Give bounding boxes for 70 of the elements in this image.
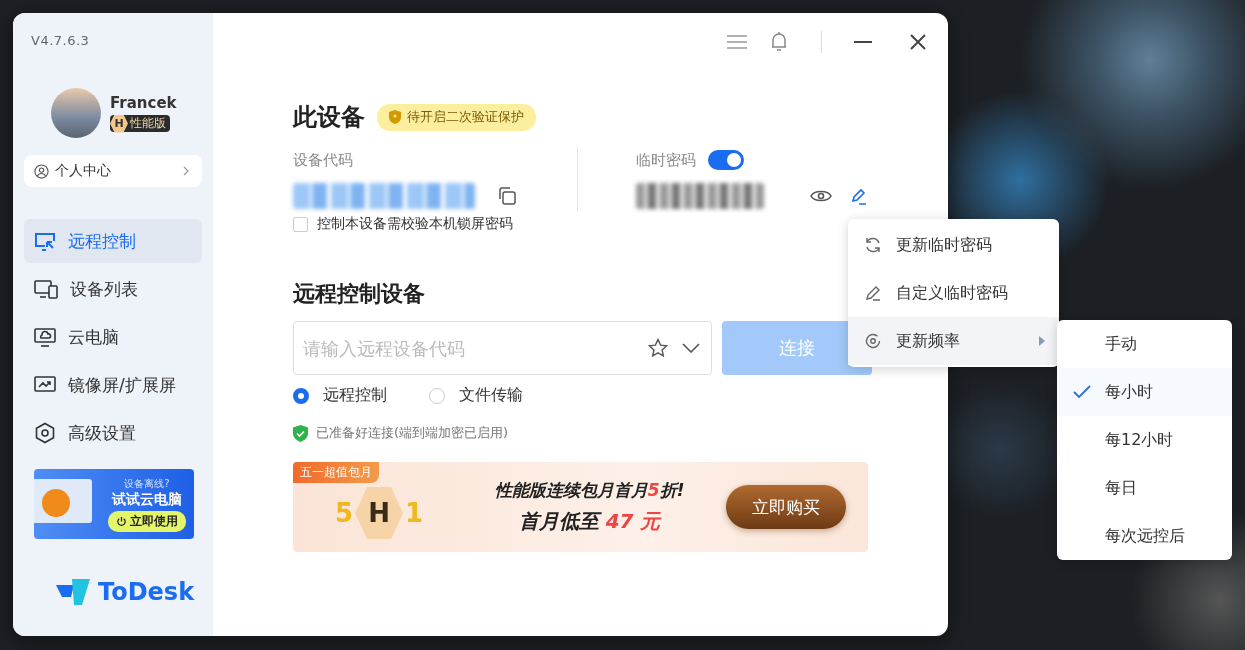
menu-item[interactable]: 每小时 [1057, 368, 1232, 416]
nav-item[interactable]: 高级设置 [24, 411, 202, 455]
buy-now-button[interactable]: 立即购买 [726, 485, 846, 529]
user-name: Francek [110, 94, 177, 112]
menu-item[interactable]: 更新临时密码 [848, 221, 1059, 269]
cloud-pc-banner[interactable]: 设备离线? 试试云电脑 立即使用 [34, 469, 194, 539]
nav-item[interactable]: 远程控制 [24, 219, 202, 263]
promo-glyph: 1 [405, 498, 424, 528]
field-label: 临时密码 [636, 150, 696, 170]
badge-label: 性能版 [130, 115, 166, 132]
radio-label: 远程控制 [323, 385, 387, 406]
refresh-icon [864, 236, 882, 254]
banner-title: 试试云电脑 [112, 490, 182, 509]
section-title: 此设备 [293, 102, 365, 133]
promo-headline: 性能版连续包月首月5折! [494, 479, 685, 502]
pencil-icon [864, 284, 882, 302]
nav-item[interactable]: 云电脑 [24, 315, 202, 359]
check-icon [1073, 385, 1091, 399]
checkbox-label: 控制本设备需校验本机锁屏密码 [317, 215, 513, 233]
notification-icon[interactable] [769, 31, 789, 53]
pencil-icon[interactable] [850, 187, 868, 205]
mode-radio[interactable]: 远程控制 [293, 385, 387, 406]
menu-item[interactable]: 每日 [1057, 464, 1232, 512]
nav-item[interactable]: 镜像屏/扩展屏 [24, 363, 202, 407]
eye-icon[interactable] [810, 188, 832, 204]
password-toggle[interactable] [708, 150, 744, 170]
cloud-monitor-icon [34, 327, 56, 347]
chevron-down-icon[interactable] [682, 343, 700, 353]
menu-item[interactable]: 每次远控后 [1057, 512, 1232, 560]
menu-item[interactable]: 手动 [1057, 320, 1232, 368]
nav-item[interactable]: 设备列表 [24, 267, 202, 311]
user-icon [34, 163, 49, 179]
dial-icon [864, 332, 882, 350]
promo-price: 首月低至 47 元 [518, 508, 661, 535]
power-icon [116, 515, 127, 527]
chevron-right-icon [183, 166, 190, 176]
copy-icon[interactable] [497, 186, 517, 206]
devices-icon [34, 279, 58, 299]
personal-center-label: 个人中心 [55, 162, 112, 180]
checkbox[interactable] [293, 216, 308, 232]
avatar[interactable] [51, 88, 101, 138]
promo-tag: 五一超值包月 [293, 462, 379, 483]
promo-glyph: 5 [335, 498, 354, 528]
logo-text: ToDesk [98, 578, 195, 606]
badge-letter: H [110, 114, 128, 133]
menu-item[interactable]: 每12小时 [1057, 416, 1232, 464]
shield-icon [389, 110, 401, 124]
use-now-button[interactable]: 立即使用 [108, 510, 186, 532]
section-title: 远程控制设备 [293, 280, 426, 308]
device-code-field[interactable]: 请输入远程设备代码 [293, 321, 712, 375]
radio-label: 文件传输 [459, 385, 523, 406]
shield-check-icon [293, 424, 308, 442]
field-label: 设备代码 [293, 150, 353, 170]
badge-text: 待开启二次验证保护 [407, 108, 524, 126]
menu-item[interactable]: 更新频率 [848, 317, 1059, 365]
security-badge[interactable]: 待开启二次验证保护 [377, 103, 536, 131]
monitor-icon [34, 231, 56, 251]
logo-icon [54, 577, 92, 607]
banner-question: 设备离线? [124, 476, 170, 491]
version-label: V4.7.6.3 [31, 33, 90, 48]
mode-radio[interactable]: 文件传输 [429, 385, 523, 406]
promo-glyph: H [355, 487, 404, 539]
star-icon[interactable] [648, 338, 668, 358]
status-text: 已准备好连接(端到端加密已启用) [316, 424, 509, 442]
menu-item[interactable]: 自定义临时密码 [848, 269, 1059, 317]
personal-center-link[interactable]: 个人中心 [24, 155, 202, 187]
promo-banner[interactable]: 五一超值包月 5 H 1 性能版连续包月首月5折! 首月低至 47 元 立即购买 [293, 462, 868, 552]
submenu-arrow-icon [1039, 336, 1045, 346]
settings-icon [34, 422, 56, 444]
close-icon[interactable] [910, 34, 926, 50]
